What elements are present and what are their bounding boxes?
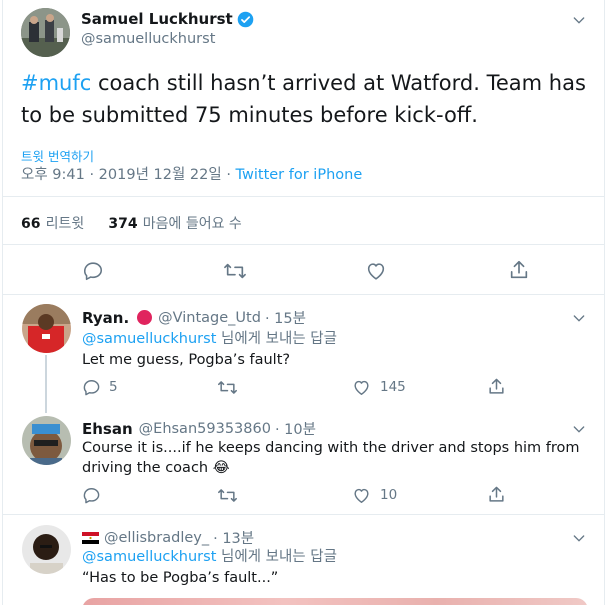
reply-avatar[interactable] [22,416,71,465]
verified-icon [237,11,254,28]
hashtag-link[interactable]: #mufc [21,71,91,95]
like-icon[interactable] [352,486,371,505]
reply-avatar[interactable] [22,525,71,574]
author-avatar[interactable] [21,8,70,57]
replying-to: @samuelluckhurst 님에게 보내는 답글 [82,549,337,565]
reply-author-name[interactable]: Ehsan [82,420,133,438]
reply-time[interactable]: · 15분 [265,307,306,328]
reply-time[interactable]: · 13분 [213,527,254,548]
thread-line [45,355,47,413]
chevron-down-icon[interactable] [571,530,587,546]
like-stat[interactable]: 374 마음에 들어요 수 [108,213,241,232]
retweet-icon[interactable] [223,260,247,282]
laughing-emoji: 😂 [212,460,230,476]
reply-time[interactable]: · 10분 [275,418,316,439]
like-count: 10 [380,487,398,503]
reply-avatar[interactable] [22,304,71,353]
replying-to: @samuelluckhurst 님에게 보내는 답글 [82,331,337,347]
reply-icon[interactable] [82,486,101,505]
reply-author-handle[interactable]: @Vintage_Utd [158,310,261,326]
tweet-thread: Samuel Luckhurst @samuelluckhurst #mufc … [2,0,605,605]
egypt-flag-icon [82,531,99,544]
reply-icon[interactable] [82,378,101,397]
badge-icon [137,310,153,325]
like-icon[interactable] [352,378,371,397]
tweet-text: #mufc coach still hasn’t arrived at Watf… [21,71,586,127]
divider [3,514,604,515]
reply-author-handle[interactable]: @ellisbradley_ [104,530,209,546]
like-count: 145 [380,379,406,395]
reply-text: Course it is....if he keeps dancing with… [82,440,580,476]
reply-author-name[interactable]: Ryan. [82,309,129,327]
reply-text: Let me guess, Pogba’s fault? [82,352,291,368]
share-icon[interactable] [487,377,506,396]
author-handle[interactable]: @samuelluckhurst [81,31,215,47]
author-name[interactable]: Samuel Luckhurst [81,10,233,28]
divider [3,294,604,295]
tweet-stats: 66 리트윗 374 마음에 들어요 수 [21,213,242,233]
chevron-down-icon[interactable] [571,310,587,326]
retweet-icon[interactable] [217,486,238,505]
reply-author-handle[interactable]: @Ehsan59353860 [139,421,271,437]
reply-media-preview[interactable] [82,598,588,605]
chevron-down-icon[interactable] [571,421,587,437]
chevron-down-icon[interactable] [571,12,587,28]
client-link[interactable]: Twitter for iPhone [236,167,363,183]
reply-count: 5 [109,379,118,395]
divider [3,196,604,197]
share-icon[interactable] [508,259,530,281]
tweet-timestamp: 오후 9:41 · 2019년 12월 22일 · Twitter for iP… [21,167,363,183]
divider [3,244,604,245]
share-icon[interactable] [487,485,506,504]
reply-text: “Has to be Pogba’s fault...” [82,570,279,586]
retweet-stat[interactable]: 66 리트윗 [21,213,84,232]
retweet-icon[interactable] [217,378,238,397]
like-icon[interactable] [365,260,387,282]
reply-icon[interactable] [82,260,104,282]
